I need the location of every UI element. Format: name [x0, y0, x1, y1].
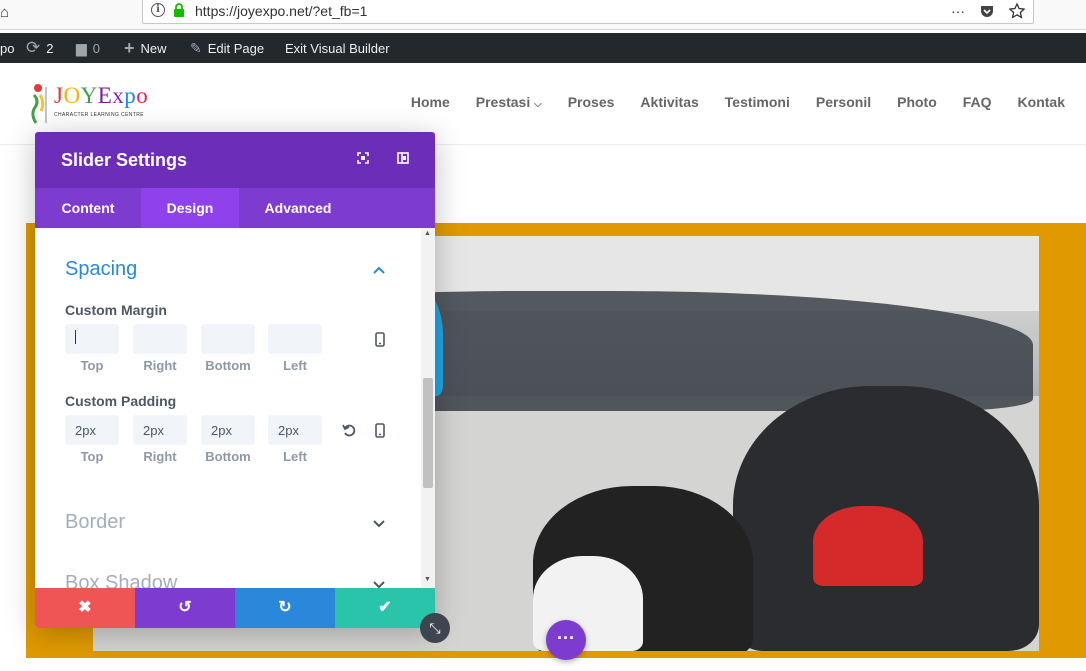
margin-left-input[interactable] [268, 324, 322, 354]
margin-bottom-input[interactable] [201, 324, 255, 354]
modal-title: Slider Settings [61, 150, 188, 170]
more-options-button[interactable]: ··· [546, 620, 586, 660]
resize-handle-icon[interactable]: ⤡ [420, 613, 450, 643]
updates-icon: ⟳ [26, 38, 41, 57]
padding-top-input[interactable]: 2px [65, 415, 119, 445]
nav-photo[interactable]: Photo [897, 94, 937, 110]
custom-padding-label: Custom Padding [65, 393, 177, 409]
edit-page-label: Edit Page [207, 40, 265, 56]
slider-settings-modal: Slider Settings Content Design Advanced … [35, 132, 435, 628]
mobile-icon[interactable] [372, 332, 388, 350]
margin-right-caption: Right [143, 358, 177, 373]
nav-testimoni[interactable]: Testimoni [725, 94, 790, 110]
margin-top-caption: Top [80, 358, 104, 373]
tab-design[interactable]: Design [141, 188, 239, 228]
admin-comments[interactable]: ▆ 0 [76, 33, 100, 63]
admin-site-name[interactable]: po [0, 33, 14, 63]
margin-bottom-caption: Bottom [205, 358, 251, 373]
admin-edit-page[interactable]: ✎ Edit Page [190, 33, 264, 63]
padding-bottom-input[interactable]: 2px [201, 415, 255, 445]
info-icon[interactable]: i [151, 3, 165, 17]
updates-count: 2 [46, 40, 54, 56]
margin-left-caption: Left [283, 358, 307, 373]
nav-kontak[interactable]: Kontak [1018, 94, 1065, 110]
redo-button[interactable]: ↻ [235, 588, 335, 628]
nav-prestasi-label: Prestasi [475, 94, 531, 110]
modal-body: Spacing Custom Margin Top Right Bottom L… [35, 228, 435, 588]
nav-aktivitas[interactable]: Aktivitas [640, 94, 698, 110]
padding-left-caption: Left [283, 449, 307, 464]
scroll-down-arrow-icon[interactable]: ▼ [424, 576, 431, 583]
url-text: https://joyexpo.net/?et_fb=1 [195, 3, 368, 19]
tab-content[interactable]: Content [35, 188, 141, 228]
logo-mark-icon [31, 84, 47, 124]
border-section-title[interactable]: Border [65, 511, 125, 534]
modal-header: Slider Settings [35, 132, 435, 188]
padding-right-input[interactable]: 2px [133, 415, 187, 445]
mobile-icon[interactable] [372, 423, 388, 441]
home-icon[interactable]: ⌂ [0, 5, 16, 21]
chevron-up-icon[interactable] [373, 261, 385, 277]
box-shadow-section-title[interactable]: Box Shadow [65, 572, 177, 588]
nav-faq[interactable]: FAQ [963, 94, 992, 110]
wp-admin-bar: po ⟳ 2 ▆ 0 + New ✎ Edit Page Exit Visual… [0, 33, 1086, 63]
undo-button[interactable]: ↺ [135, 588, 235, 628]
margin-right-input[interactable] [133, 324, 187, 354]
exit-label: Exit Visual Builder [285, 40, 390, 56]
logo-subtitle: CHARACTER LEARNING CENTRE [54, 112, 145, 118]
modal-footer: ✖ ↺ ↻ ✔ [35, 588, 435, 628]
scroll-up-arrow-icon[interactable]: ▲ [424, 230, 431, 237]
site-logo[interactable]: JOYExpo CHARACTER LEARNING CENTRE [30, 81, 160, 125]
padding-left-input[interactable]: 2px [268, 415, 322, 445]
custom-margin-label: Custom Margin [65, 302, 167, 318]
admin-exit-visual-builder[interactable]: Exit Visual Builder [285, 33, 390, 63]
logo-text: JOYExpo [54, 83, 149, 108]
site-name-label: po [0, 40, 15, 56]
padding-bottom-caption: Bottom [205, 449, 251, 464]
lock-icon [174, 3, 184, 17]
scroll-thumb[interactable] [423, 378, 433, 488]
text-caret [75, 330, 76, 344]
new-label: New [140, 40, 167, 56]
tab-advanced[interactable]: Advanced [239, 188, 357, 228]
chevron-down-icon: ⌵ [534, 99, 542, 110]
modal-scrollbar[interactable]: ▲ ▼ [421, 228, 435, 588]
url-bar[interactable]: i https://joyexpo.net/?et_fb=1 ··· [142, 0, 1034, 24]
spacing-section-title[interactable]: Spacing [65, 258, 137, 281]
fullscreen-icon[interactable] [356, 152, 370, 166]
photo-person-red-front [813, 506, 923, 586]
nav-prestasi[interactable]: Prestasi ⌵ [476, 94, 542, 110]
plus-icon: + [124, 37, 135, 58]
bookmark-star-icon[interactable] [1009, 3, 1025, 19]
pencil-icon: ✎ [190, 39, 202, 56]
chevron-down-icon[interactable] [373, 576, 385, 588]
padding-top-caption: Top [80, 449, 104, 464]
nav-home[interactable]: Home [411, 94, 450, 110]
nav-proses[interactable]: Proses [568, 94, 615, 110]
cancel-button[interactable]: ✖ [35, 588, 135, 628]
admin-updates[interactable]: ⟳ 2 [26, 33, 53, 63]
reset-icon[interactable] [341, 423, 357, 441]
more-actions-icon[interactable]: ··· [951, 3, 965, 19]
main-nav: Home Prestasi ⌵ Proses Aktivitas Testimo… [411, 94, 1065, 110]
admin-new[interactable]: + New [124, 33, 167, 63]
padding-right-caption: Right [143, 449, 177, 464]
margin-top-input[interactable] [65, 324, 119, 354]
chevron-down-icon[interactable] [373, 515, 385, 531]
comments-count: 0 [92, 40, 101, 56]
pocket-icon[interactable] [979, 3, 995, 19]
modal-tabs: Content Design Advanced [35, 188, 435, 228]
nav-personil[interactable]: Personil [816, 94, 871, 110]
browser-toolbar: ⌂ i https://joyexpo.net/?et_fb=1 ··· [0, 0, 1086, 30]
comments-icon: ▆ [76, 39, 87, 56]
snap-sidebar-icon[interactable] [396, 152, 410, 166]
